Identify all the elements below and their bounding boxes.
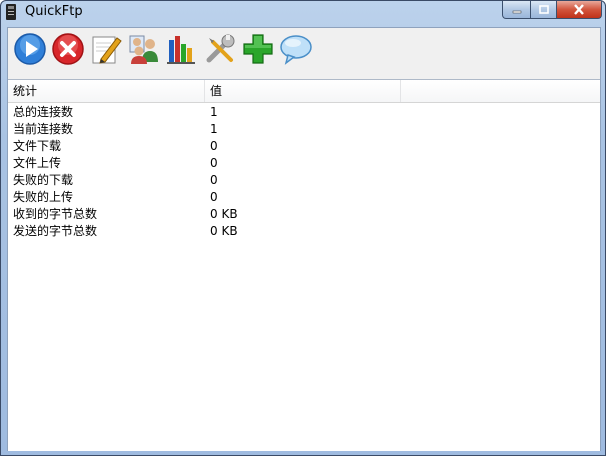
statistic-name: 收到的字节总数 — [13, 207, 98, 221]
maximize-button[interactable] — [530, 1, 557, 19]
maximize-icon — [538, 5, 549, 14]
add-button[interactable] — [240, 31, 276, 67]
statistics-icon — [167, 36, 195, 64]
statistic-value: 0 — [210, 156, 218, 170]
app-window: QuickFtp 统计 值 总的连接数 1 当前连接数 1 文件下载 0 文件上… — [0, 0, 606, 456]
table-row[interactable]: 当前连接数 1 — [8, 121, 600, 138]
statistics-button[interactable] — [164, 31, 200, 67]
column-header-value[interactable]: 值 — [205, 80, 401, 102]
statistic-name: 文件上传 — [13, 156, 62, 170]
statistic-value: 0 — [210, 173, 218, 187]
message-button[interactable] — [278, 31, 314, 67]
statistic-name: 失败的下载 — [13, 173, 74, 187]
users-icon — [129, 35, 158, 64]
app-icon — [6, 4, 16, 20]
column-header-statistic[interactable]: 统计 — [8, 80, 205, 102]
start-button[interactable] — [12, 31, 48, 67]
settings-button[interactable] — [202, 31, 238, 67]
edit-button[interactable] — [88, 31, 124, 67]
list-rows: 总的连接数 1 当前连接数 1 文件下载 0 文件上传 0 失败的下载 0 失败的上传 0 … — [8, 104, 600, 240]
statistic-name: 发送的字节总数 — [13, 224, 98, 238]
edit-icon — [92, 36, 122, 64]
statistic-value: 0 — [210, 139, 218, 153]
settings-icon — [206, 34, 235, 63]
minimize-button[interactable] — [502, 1, 531, 19]
table-row[interactable]: 失败的上传 0 — [8, 189, 600, 206]
statistics-list[interactable]: 统计 值 总的连接数 1 当前连接数 1 文件下载 0 文件上传 0 失败的下载 0 失败… — [8, 79, 600, 451]
statistic-value: 0 — [210, 190, 218, 204]
statistic-value: 0 KB — [210, 224, 238, 238]
title-bar[interactable]: QuickFtp — [1, 1, 605, 23]
statistic-name: 总的连接数 — [13, 105, 74, 119]
close-button[interactable] — [556, 1, 602, 19]
table-row[interactable]: 失败的下载 0 — [8, 172, 600, 189]
window-title: QuickFtp — [25, 4, 83, 19]
statistic-value: 1 — [210, 105, 218, 119]
toolbar — [8, 28, 600, 76]
stop-button[interactable] — [50, 31, 86, 67]
statistic-name: 失败的上传 — [13, 190, 74, 204]
statistic-name: 文件下载 — [13, 139, 62, 153]
stop-icon — [52, 33, 84, 65]
close-icon — [574, 4, 584, 15]
statistic-value: 1 — [210, 122, 218, 136]
message-icon — [280, 35, 312, 65]
play-icon — [14, 33, 46, 65]
table-row[interactable]: 文件上传 0 — [8, 155, 600, 172]
users-button[interactable] — [126, 31, 162, 67]
statistic-value: 0 KB — [210, 207, 238, 221]
statistic-name: 当前连接数 — [13, 122, 74, 136]
table-row[interactable]: 收到的字节总数 0 KB — [8, 206, 600, 223]
table-row[interactable]: 发送的字节总数 0 KB — [8, 223, 600, 240]
table-row[interactable]: 文件下载 0 — [8, 138, 600, 155]
list-header: 统计 值 — [8, 80, 600, 103]
minimize-icon — [512, 10, 521, 13]
client-area: 统计 值 总的连接数 1 当前连接数 1 文件下载 0 文件上传 0 失败的下载 0 失败… — [7, 27, 601, 451]
table-row[interactable]: 总的连接数 1 — [8, 104, 600, 121]
add-icon — [243, 34, 273, 64]
